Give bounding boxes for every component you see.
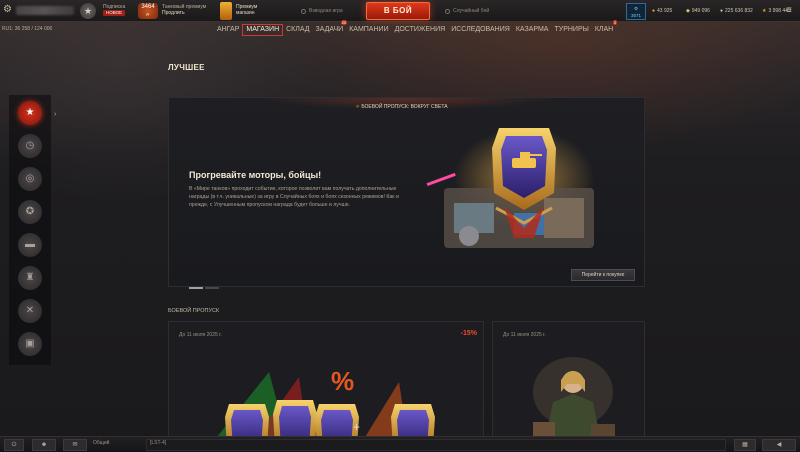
random-battle-radio[interactable] xyxy=(445,9,450,14)
nav-tab-4[interactable]: КАМПАНИИ xyxy=(346,24,391,36)
crew-icon: ⚙ xyxy=(633,6,639,11)
nav-tab-6[interactable]: ИССЛЕДОВАНИЯ xyxy=(448,24,513,36)
battle-pass-badge: ⟡ БОЕВОЙ ПРОПУСК: ВОКРУГ СВЕТА xyxy=(356,104,448,110)
carousel-dot-active xyxy=(189,287,203,289)
top-bar: ⚙ ★ Подписка НОВОЕ 3464 д. Танковый прем… xyxy=(0,0,800,22)
bond-icon: ◆ xyxy=(686,8,690,14)
credits-icon: ● xyxy=(720,8,724,14)
carousel-dot xyxy=(205,287,219,289)
offer-deadline: До 11 июля 2025 г. xyxy=(179,332,222,338)
section-title: БОЕВОЙ ПРОПУСК xyxy=(168,308,220,314)
sidebar-item-coins-icon[interactable]: ◎ xyxy=(18,167,42,191)
subscription-new-badge: НОВОЕ xyxy=(103,10,126,16)
crew-counter[interactable]: ⚙ 3571 xyxy=(626,3,646,20)
premium-days-value: 3464 xyxy=(141,4,155,10)
discount-badge: -15% xyxy=(460,330,477,337)
sidebar-item-tools-icon[interactable]: ✕ xyxy=(18,299,42,323)
nav-tab-5[interactable]: ДОСТИЖЕНИЯ xyxy=(392,24,449,36)
sidebar-item-clock-icon[interactable]: ◷ xyxy=(18,134,42,158)
bottom-bar: ⏻ ☻ ✉ Общий [LST-4] ▦ ◀ xyxy=(0,436,800,452)
hero-heading: Прогревайте моторы, бойцы! xyxy=(189,170,322,180)
chat-input[interactable] xyxy=(146,439,726,451)
server-rating: RU1: 36 258 / 124 006 xyxy=(2,26,53,32)
battle-pass-offer-card[interactable]: До 11 июля 2025 г. -15% % + xyxy=(168,321,484,441)
menu-icon[interactable]: ≡ xyxy=(786,6,792,16)
bond-balance[interactable]: ◆ 949 096 xyxy=(686,8,710,14)
chat-icon[interactable]: ✉ xyxy=(63,439,87,451)
hero-banner[interactable]: ⟡ БОЕВОЙ ПРОПУСК: ВОКРУГ СВЕТА Прогревайт… xyxy=(168,97,645,289)
plus-sign: + xyxy=(353,420,361,434)
premium-shop-link[interactable]: Премиум магазин xyxy=(236,4,257,16)
nav-tab-2[interactable]: СКЛАД xyxy=(283,24,312,36)
nav-tab-0[interactable]: АНГАР xyxy=(214,24,242,36)
sidebar-item-premium-star-icon[interactable]: ✪ xyxy=(18,200,42,224)
premium-shop-icon[interactable] xyxy=(220,2,232,20)
player-name-blurred[interactable] xyxy=(16,6,74,15)
nav-tab-1[interactable]: МАГАЗИН xyxy=(242,24,284,36)
chat-channel[interactable]: Общий xyxy=(93,440,109,446)
battle-pass-rewards-illustration xyxy=(426,128,594,248)
notifications-icon[interactable]: ◀ xyxy=(762,439,796,451)
credits-balance[interactable]: ● 225 636 832 xyxy=(720,8,753,14)
hero-description: В «Мире танков» проходит событие, которо… xyxy=(189,186,399,208)
platoon-mode-radio[interactable] xyxy=(301,9,306,14)
tank-premium-extend-link[interactable]: Продлить xyxy=(162,10,206,16)
discount-percent-icon: % xyxy=(331,366,355,396)
crew-count: 3571 xyxy=(630,13,641,18)
premium-days-badge[interactable]: 3464 д. xyxy=(138,3,158,19)
gold-icon: ● xyxy=(652,8,656,14)
sidebar-item-star-icon[interactable]: ★ xyxy=(18,101,42,125)
rank-icon[interactable]: ★ xyxy=(80,3,96,19)
gold-balance[interactable]: ● 43 925 xyxy=(652,8,672,14)
sidebar-expand-chevron-icon[interactable]: › xyxy=(54,111,56,118)
subscription[interactable]: Подписка НОВОЕ xyxy=(103,4,125,16)
commander-offer-card[interactable]: До 11 июля 2025 г. xyxy=(492,321,645,441)
go-to-purchase-button[interactable]: Перейти к покупке xyxy=(571,269,635,281)
freexp-icon: ★ xyxy=(762,8,767,14)
nav-tab-8[interactable]: ТУРНИРЫ xyxy=(551,24,591,36)
page-title: ЛУЧШЕЕ xyxy=(168,63,205,72)
sidebar-item-package-icon[interactable]: ▣ xyxy=(18,332,42,356)
battle-pass-wings-icon: ⟡ xyxy=(356,104,360,110)
battle-pass-chapter-badges xyxy=(214,372,435,440)
random-battle-label[interactable]: Случайный бой xyxy=(453,8,489,14)
premium-shop-line2: магазин xyxy=(236,10,255,16)
friends-icon[interactable]: ☻ xyxy=(32,439,56,451)
battle-button[interactable]: В БОЙ xyxy=(366,2,430,20)
commander-portrait xyxy=(533,357,615,440)
sidebar-item-equipment-icon[interactable]: ♜ xyxy=(18,266,42,290)
nav-tab-9[interactable]: КЛАН 2 xyxy=(592,20,618,36)
main-nav: АНГАР МАГАЗИН СКЛАД ЗАДАЧИ 20 КАМПАНИИ ДОСТИЖЕ… xyxy=(214,20,618,36)
shop-sidebar: ★ ◷ ◎ ✪ ▬ ♜ ✕ ▣ xyxy=(9,95,51,365)
nav-tab-3[interactable]: ЗАДАЧИ 20 xyxy=(313,20,348,36)
carousel-dots[interactable] xyxy=(189,276,221,294)
platoon-mode-label[interactable]: Взводная игра xyxy=(309,8,343,14)
nav-tab-7[interactable]: КАЗАРМА xyxy=(513,24,552,36)
premium-days-unit: д. xyxy=(146,11,150,16)
offer-deadline: До 11 июля 2025 г. xyxy=(503,332,546,338)
settings-gear-icon[interactable]: ⚙ xyxy=(3,5,13,15)
sessions-icon[interactable]: ▦ xyxy=(734,439,756,451)
tank-premium[interactable]: Танковый премиум Продлить xyxy=(162,4,206,16)
sidebar-item-tank-icon[interactable]: ▬ xyxy=(18,233,42,257)
chat-target: [LST-4] xyxy=(150,440,167,446)
exit-icon[interactable]: ⏻ xyxy=(4,439,24,451)
